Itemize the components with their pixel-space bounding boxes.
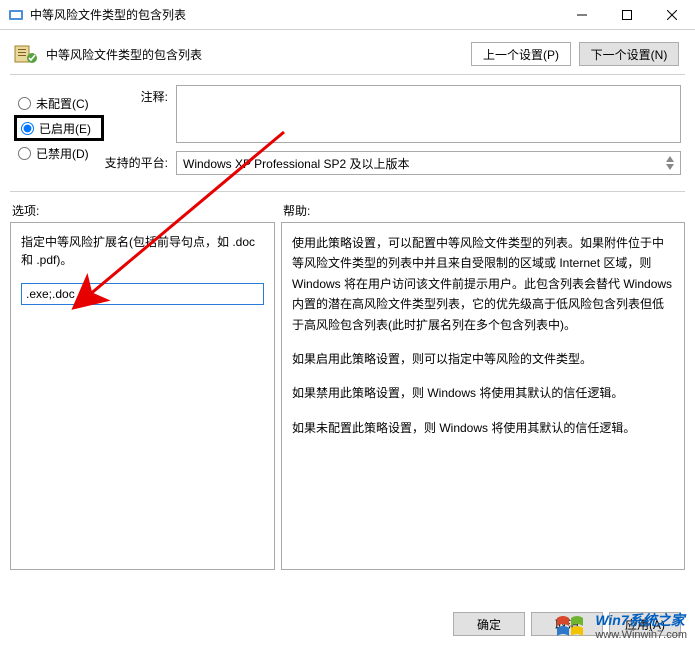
prev-setting-button[interactable]: 上一个设置(P)	[471, 42, 571, 66]
help-paragraph: 如果未配置此策略设置，则 Windows 将使用其默认的信任逻辑。	[292, 418, 674, 438]
radio-input[interactable]	[18, 97, 31, 110]
window-title: 中等风险文件类型的包含列表	[30, 6, 559, 23]
fields-column: 注释: 支持的平台: Windows XP Professional SP2 及…	[104, 81, 681, 183]
chevron-down-icon	[666, 164, 674, 170]
platform-label: 支持的平台:	[104, 151, 176, 175]
radio-label: 已启用(E)	[39, 120, 91, 137]
watermark-line1: Win7系统之家	[595, 613, 687, 628]
next-setting-button[interactable]: 下一个设置(N)	[579, 42, 679, 66]
extensions-input[interactable]	[21, 283, 264, 305]
maximize-button[interactable]	[604, 0, 649, 30]
platform-row: 支持的平台: Windows XP Professional SP2 及以上版本	[104, 151, 681, 175]
config-section: 未配置(C) 已启用(E) 已禁用(D) 注释: 支持的平台: Windows …	[0, 81, 695, 183]
options-panel: 指定中等风险扩展名(包括前导句点，如 .doc 和 .pdf)。	[10, 222, 275, 570]
radio-group: 未配置(C) 已启用(E) 已禁用(D)	[14, 81, 104, 183]
help-paragraph: 如果禁用此策略设置，则 Windows 将使用其默认的信任逻辑。	[292, 383, 674, 403]
divider	[10, 191, 685, 192]
windows-logo-icon	[553, 612, 589, 642]
chevron-up-icon	[666, 156, 674, 162]
platform-box: Windows XP Professional SP2 及以上版本	[176, 151, 681, 175]
help-panel: 使用此策略设置，可以配置中等风险文件类型的列表。如果附件位于中等风险文件类型的列…	[281, 222, 685, 570]
platform-scroll[interactable]	[662, 156, 678, 170]
help-column: 帮助: 使用此策略设置，可以配置中等风险文件类型的列表。如果附件位于中等风险文件…	[281, 198, 685, 570]
options-label: 选项:	[10, 198, 275, 222]
window-controls	[559, 0, 695, 29]
platform-value: Windows XP Professional SP2 及以上版本	[183, 155, 410, 172]
radio-input[interactable]	[21, 122, 34, 135]
radio-label: 已禁用(D)	[36, 145, 89, 162]
ok-button[interactable]: 确定	[453, 612, 525, 636]
options-description: 指定中等风险扩展名(包括前导句点，如 .doc 和 .pdf)。	[21, 233, 264, 269]
radio-disabled[interactable]: 已禁用(D)	[14, 141, 104, 165]
comment-label: 注释:	[104, 85, 176, 143]
policy-icon	[14, 44, 38, 64]
radio-input[interactable]	[18, 147, 31, 160]
help-paragraph: 如果启用此策略设置，则可以指定中等风险的文件类型。	[292, 349, 674, 369]
close-button[interactable]	[649, 0, 695, 30]
comment-textarea[interactable]	[176, 85, 681, 143]
comment-row: 注释:	[104, 85, 681, 143]
radio-label: 未配置(C)	[36, 95, 89, 112]
header-row: 中等风险文件类型的包含列表 上一个设置(P) 下一个设置(N)	[0, 30, 695, 74]
divider	[10, 74, 685, 75]
watermark-text: Win7系统之家 www.Winwin7.com	[595, 613, 687, 640]
watermark: Win7系统之家 www.Winwin7.com	[553, 612, 687, 642]
body-columns: 选项: 指定中等风险扩展名(包括前导句点，如 .doc 和 .pdf)。 帮助:…	[0, 198, 695, 570]
help-paragraph: 使用此策略设置，可以配置中等风险文件类型的列表。如果附件位于中等风险文件类型的列…	[292, 233, 674, 335]
radio-not-configured[interactable]: 未配置(C)	[14, 91, 104, 115]
page-title: 中等风险文件类型的包含列表	[46, 46, 471, 63]
minimize-button[interactable]	[559, 0, 604, 30]
help-label: 帮助:	[281, 198, 685, 222]
watermark-line2: www.Winwin7.com	[595, 629, 687, 641]
nav-buttons: 上一个设置(P) 下一个设置(N)	[471, 42, 679, 66]
app-icon	[8, 7, 24, 23]
titlebar: 中等风险文件类型的包含列表	[0, 0, 695, 30]
options-column: 选项: 指定中等风险扩展名(包括前导句点，如 .doc 和 .pdf)。	[10, 198, 275, 570]
radio-enabled[interactable]: 已启用(E)	[14, 115, 104, 141]
